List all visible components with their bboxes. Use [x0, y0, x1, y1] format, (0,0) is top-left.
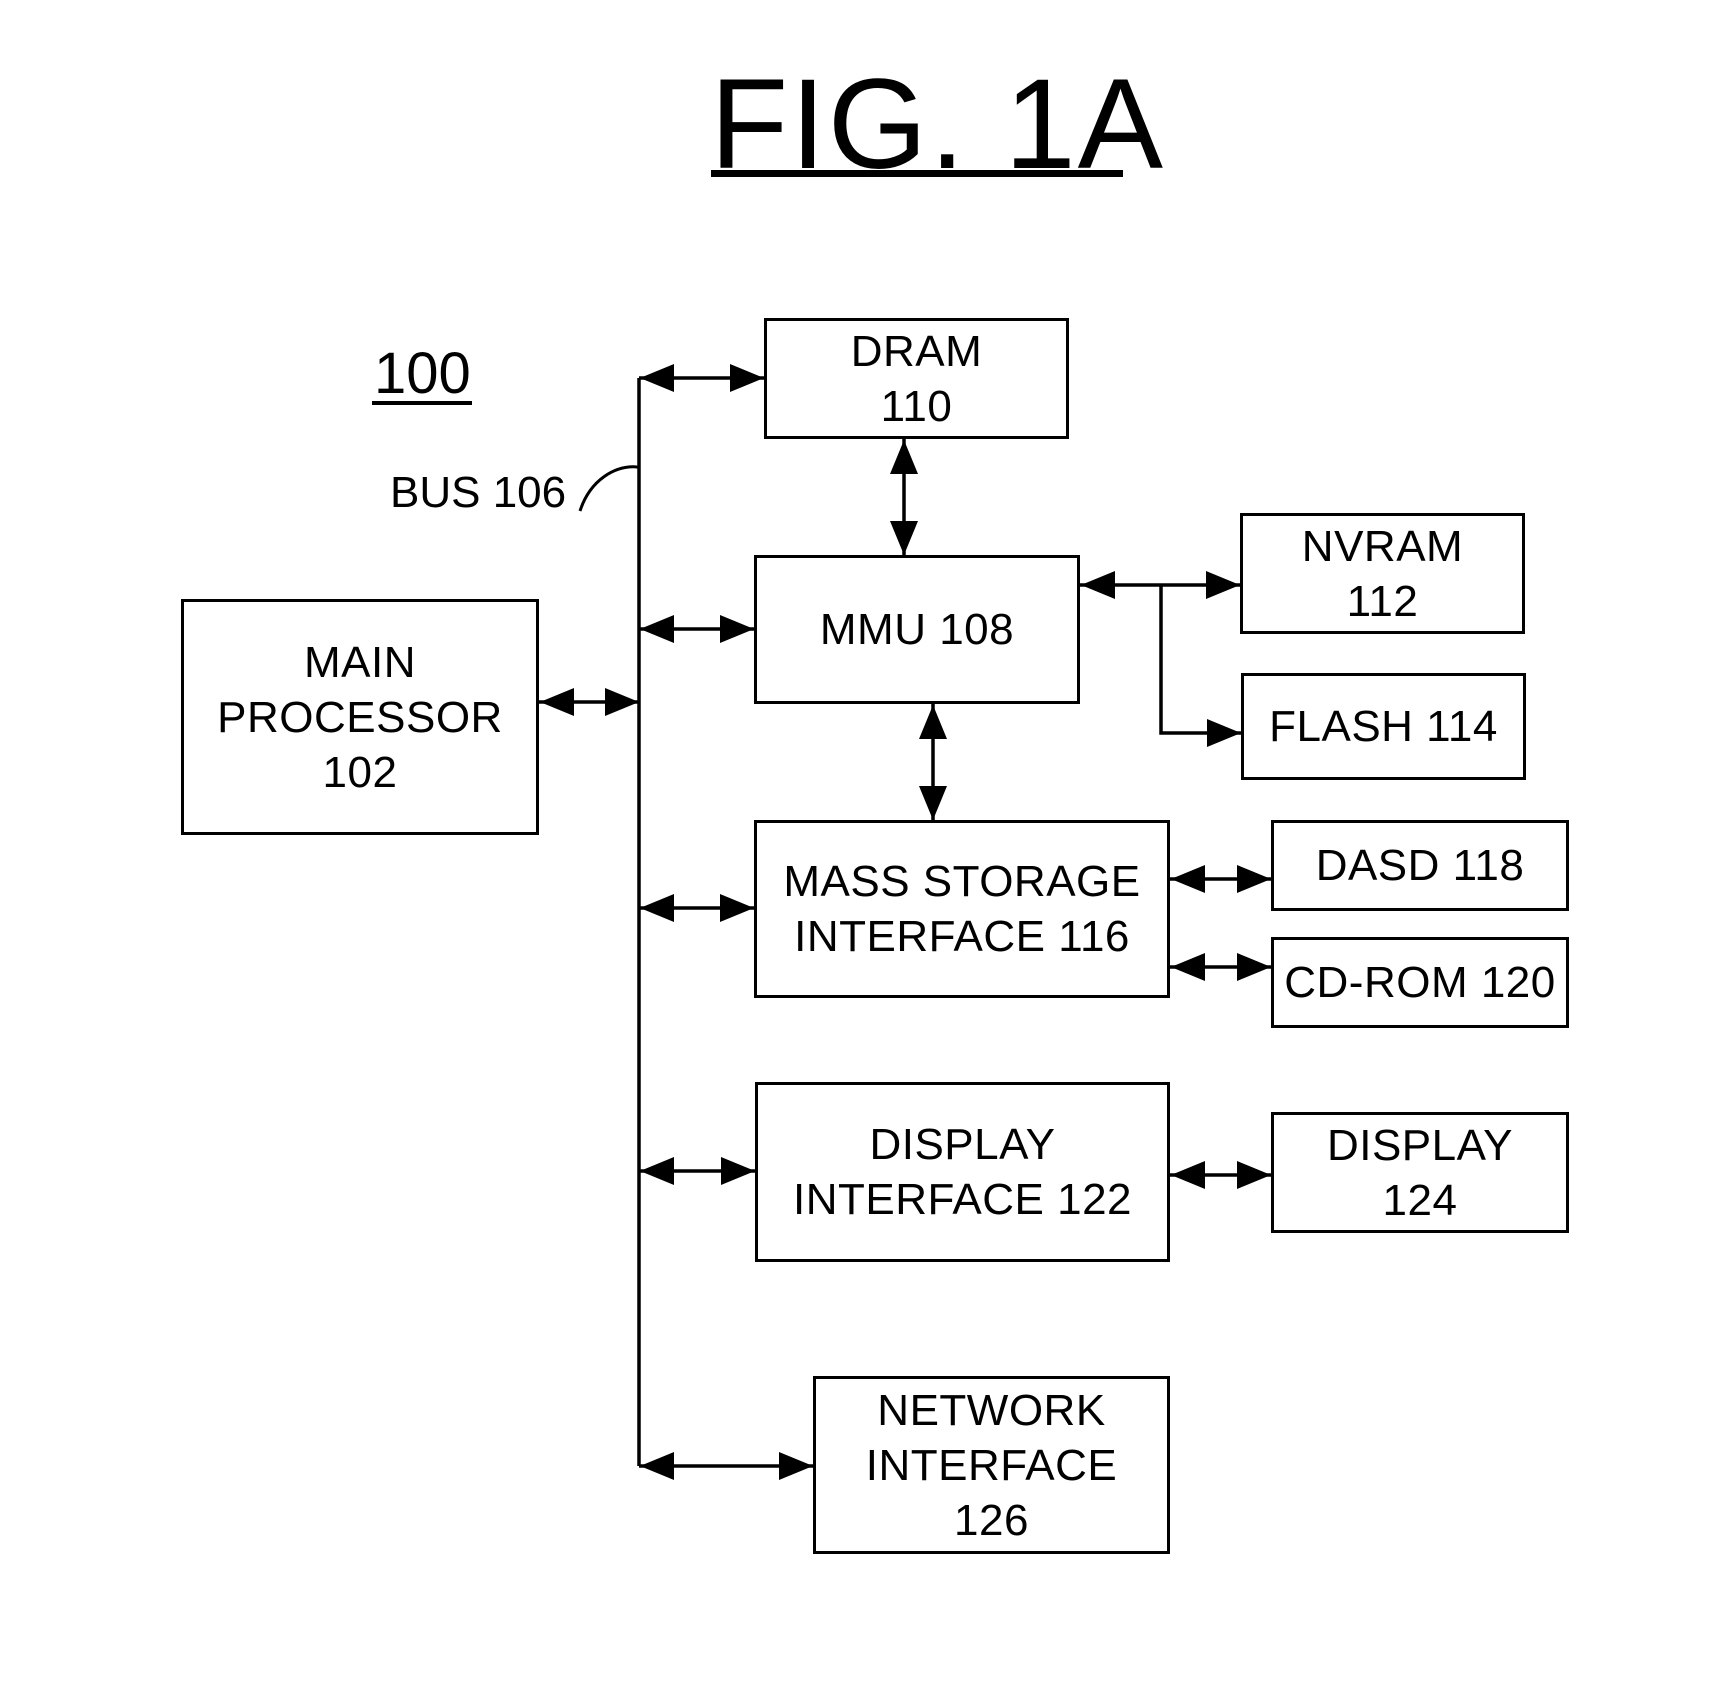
bus-leader-curve: [578, 465, 639, 512]
dram-label-line2: 110: [880, 381, 953, 431]
cdrom-block: CD-ROM 120: [1271, 937, 1569, 1028]
patent-figure: FIG. 1A 100 BUS 106 MAIN PROCESSOR 102 D…: [0, 0, 1729, 1693]
bus-mass-storage-arrow-left-icon: [640, 894, 674, 922]
display-label-line1: DISPLAY: [1326, 1120, 1514, 1170]
mass-storage-dasd-arrow-left-icon: [1171, 865, 1205, 893]
display-interface-block: DISPLAY INTERFACE 122: [755, 1082, 1170, 1262]
bus-display-interface-arrow-right-icon: [721, 1157, 755, 1185]
mass-storage-cdrom-arrow-left-icon: [1171, 953, 1205, 981]
dasd-block: DASD 118: [1271, 820, 1569, 911]
network-interface-label-line2: INTERFACE: [865, 1440, 1118, 1490]
main-processor-label-line3: 102: [322, 747, 398, 797]
mass-storage-interface-block: MASS STORAGE INTERFACE 116: [754, 820, 1170, 998]
mmu-mass-storage-arrow-up-icon: [919, 705, 947, 739]
main-processor-block: MAIN PROCESSOR 102: [181, 599, 539, 835]
display-interface-display-arrow-left-icon: [1171, 1161, 1205, 1189]
network-interface-label-line3: 126: [954, 1495, 1029, 1545]
display-interface-label-line2: INTERFACE 122: [792, 1175, 1133, 1224]
network-interface-label-line1: NETWORK: [877, 1385, 1106, 1435]
mass-storage-label-line1: MASS STORAGE: [783, 857, 1141, 906]
nvram-label-line2: 112: [1346, 576, 1419, 626]
dram-block: DRAM 110: [764, 318, 1069, 439]
mmu-nvram-arrow-left-icon: [1081, 571, 1115, 599]
bus-dram-arrow-right-icon: [730, 364, 764, 392]
mass-storage-label-line2: INTERFACE 116: [794, 912, 1130, 961]
main-processor-label-line2: PROCESSOR: [217, 692, 503, 742]
mass-storage-dasd-arrow-right-icon: [1237, 865, 1271, 893]
flash-label: FLASH 114: [1269, 702, 1498, 751]
mmu-mass-storage-arrow-down-icon: [919, 786, 947, 820]
cdrom-label: CD-ROM 120: [1284, 958, 1556, 1007]
display-label-line2: 124: [1382, 1175, 1458, 1225]
dram-label-line1: DRAM: [850, 326, 983, 376]
bus-mmu-arrow-left-icon: [640, 615, 674, 643]
mmu-label: MMU 108: [819, 605, 1015, 654]
bus-dram-arrow-left-icon: [640, 364, 674, 392]
bus-network-arrow-right-icon: [779, 1452, 813, 1480]
flash-block: FLASH 114: [1241, 673, 1526, 780]
bus-mass-storage-arrow-right-icon: [720, 894, 754, 922]
display-interface-display-arrow-right-icon: [1237, 1161, 1271, 1189]
dram-mmu-arrow-up-icon: [890, 440, 918, 474]
bus-mmu-arrow-right-icon: [720, 615, 754, 643]
nvram-label-line1: NVRAM: [1301, 521, 1464, 571]
network-interface-block: NETWORK INTERFACE 126: [813, 1376, 1170, 1554]
processor-bus-arrow-left-icon: [540, 688, 574, 716]
mmu-to-flash-connector: [1159, 585, 1241, 735]
mmu-flash-arrow-right-icon: [1207, 719, 1241, 747]
display-block: DISPLAY 124: [1271, 1112, 1569, 1233]
bus-network-arrow-left-icon: [640, 1452, 674, 1480]
mass-storage-cdrom-arrow-right-icon: [1237, 953, 1271, 981]
mmu-block: MMU 108: [754, 555, 1080, 704]
nvram-block: NVRAM 112: [1240, 513, 1525, 634]
main-processor-label-line1: MAIN: [304, 637, 416, 687]
dasd-label: DASD 118: [1315, 841, 1525, 890]
bus-display-interface-arrow-left-icon: [640, 1157, 674, 1185]
mmu-nvram-arrow-right-icon: [1206, 571, 1240, 599]
processor-bus-arrow-right-icon: [605, 688, 639, 716]
display-interface-label-line1: DISPLAY: [869, 1120, 1056, 1169]
dram-mmu-arrow-down-icon: [890, 521, 918, 555]
